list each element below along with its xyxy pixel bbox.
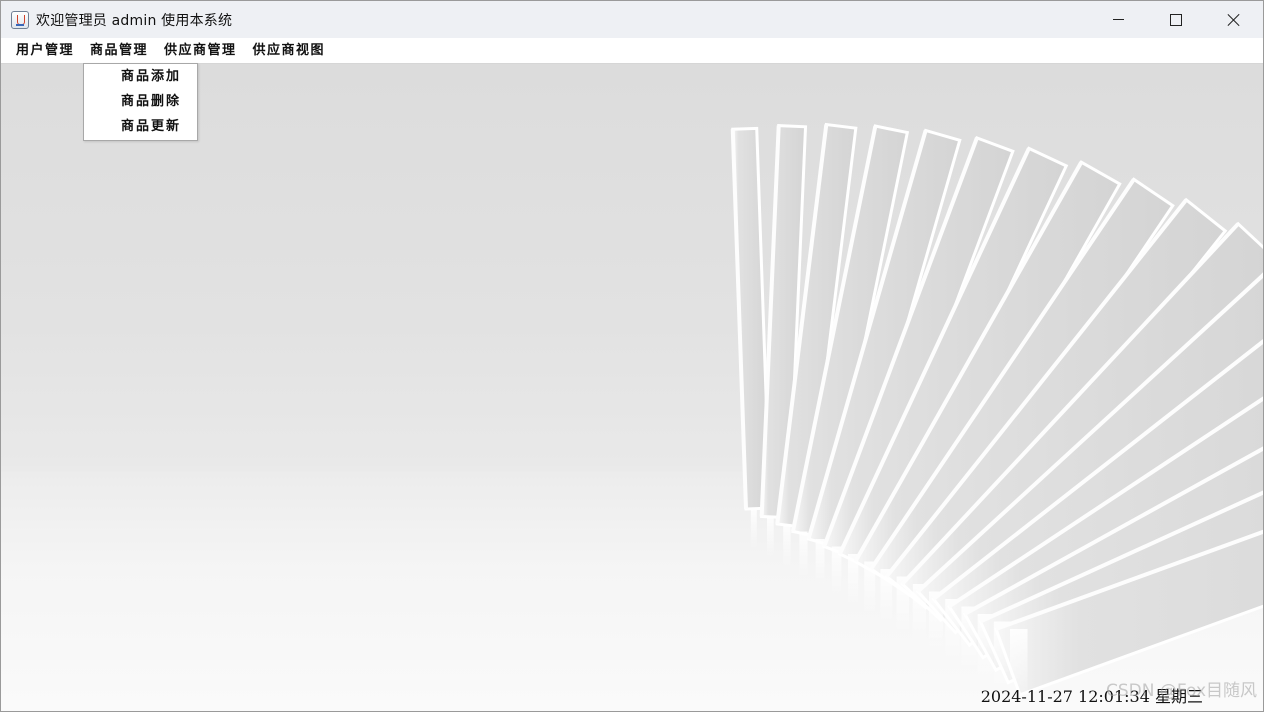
background-reflection	[767, 516, 774, 559]
window-title: 欢迎管理员 admin 使用本系统	[36, 12, 233, 29]
maximize-icon	[1170, 13, 1182, 26]
watermark-text: CSDN @Fox目随风	[1106, 681, 1257, 701]
background-image	[730, 122, 1263, 699]
title-bar[interactable]: 欢迎管理员 admin 使用本系统	[1, 1, 1263, 38]
menu-supplier-view[interactable]: 供应商视图	[245, 38, 334, 63]
menu-supplier-management[interactable]: 供应商管理	[156, 38, 245, 63]
menu-item-add-product[interactable]: 商品添加	[84, 65, 197, 89]
menu-item-delete-product[interactable]: 商品删除	[84, 90, 197, 114]
background-reflection	[799, 531, 808, 578]
maximize-button[interactable]	[1147, 1, 1205, 38]
app-window: 欢迎管理员 admin 使用本系统 用户管理 商品管理 供应商管理 供应商视图	[0, 0, 1264, 712]
menu-user-management[interactable]: 用户管理	[8, 38, 82, 63]
background-reflection	[783, 524, 791, 568]
main-content: 2024-11-27 12:01:34 星期三 CSDN @Fox目随风	[1, 64, 1263, 711]
window-controls	[1089, 1, 1263, 38]
minimize-button[interactable]	[1089, 1, 1147, 38]
product-menu-dropdown: 商品添加 商品删除 商品更新	[83, 63, 198, 141]
close-icon	[1227, 13, 1241, 27]
background-reflection	[750, 509, 757, 549]
close-button[interactable]	[1205, 1, 1263, 38]
menu-product-management[interactable]: 商品管理	[82, 38, 156, 63]
menu-item-update-product[interactable]: 商品更新	[84, 115, 197, 139]
menu-bar: 用户管理 商品管理 供应商管理 供应商视图	[1, 38, 1263, 64]
java-app-icon	[11, 10, 29, 29]
minimize-icon	[1112, 19, 1124, 20]
